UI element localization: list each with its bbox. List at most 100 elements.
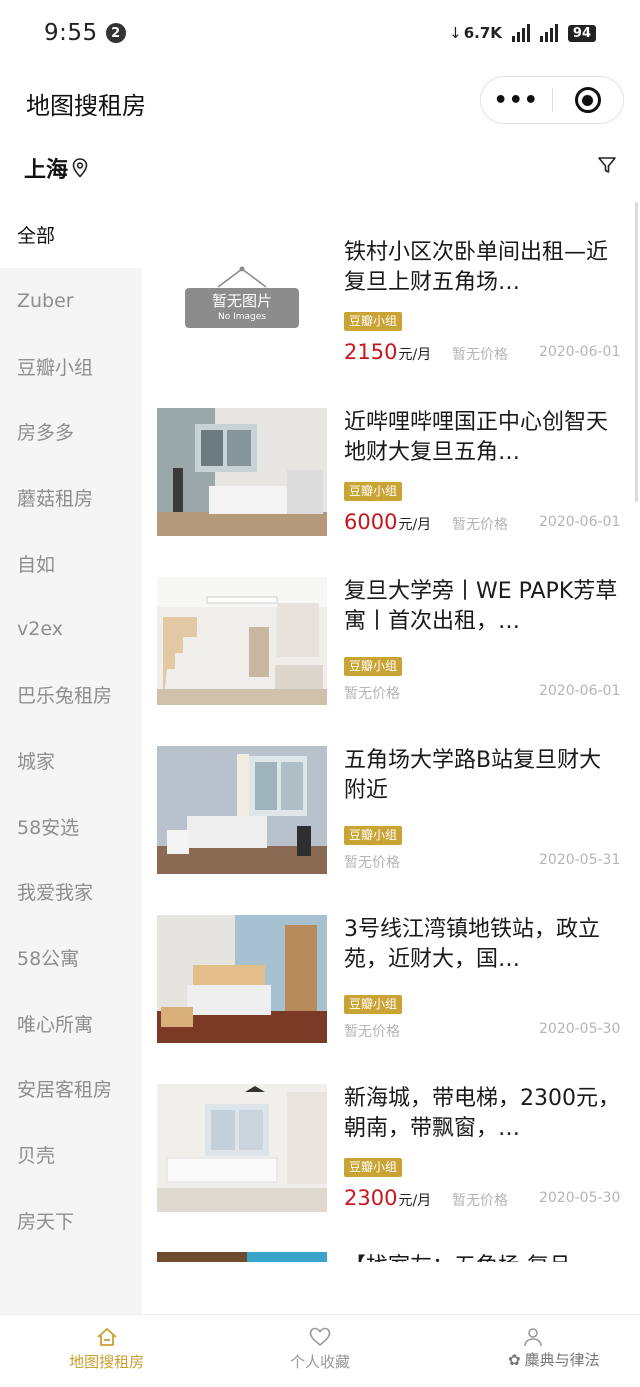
home-icon bbox=[97, 1328, 117, 1346]
source-tag: 豆瓣小组 bbox=[344, 312, 403, 331]
page-title: 地图搜租房 bbox=[26, 92, 146, 120]
listing-date: 2020-06-01 bbox=[539, 514, 621, 530]
source-tag: 豆瓣小组 bbox=[344, 995, 403, 1014]
listing-list: 暂无图片 No Images 铁村小区次卧单间出租—近复旦上财五角场… 豆瓣小组… bbox=[142, 202, 636, 1262]
user-icon bbox=[524, 1328, 543, 1347]
watermark: ✿ 麋典与律法 bbox=[508, 1349, 600, 1370]
sidebar-item-58anxuan[interactable]: 58安选 bbox=[0, 793, 142, 859]
download-arrow-icon: ↓ bbox=[449, 24, 462, 42]
sidebar-item-5i5j[interactable]: 我爱我家 bbox=[0, 859, 142, 925]
listing-card[interactable]: 近哔哩哔哩国正中心创智天地财大复旦五角… 豆瓣小组 6000 元/月 暂无价格 2… bbox=[157, 408, 622, 538]
listing-photo bbox=[157, 1252, 327, 1262]
listing-price: 2300 元/月 bbox=[344, 1186, 431, 1210]
sidebar-item-douban[interactable]: 豆瓣小组 bbox=[0, 333, 142, 399]
tab-label: 地图搜租房 bbox=[69, 1353, 145, 1371]
source-tag: 豆瓣小组 bbox=[344, 1158, 403, 1177]
no-price-label: 暂无价格 bbox=[344, 1024, 400, 1040]
no-image-sign: 暂无图片 No Images bbox=[185, 266, 299, 334]
watermark-text: 麋典与律法 bbox=[524, 1351, 600, 1369]
sidebar-item-v2ex[interactable]: v2ex bbox=[0, 596, 142, 662]
battery-icon: 94 bbox=[567, 24, 596, 42]
sidebar-item-fangduoduo[interactable]: 房多多 bbox=[0, 399, 142, 465]
location-pin-icon bbox=[72, 158, 88, 178]
sidebar-item-baletu[interactable]: 巴乐兔租房 bbox=[0, 662, 142, 728]
notification-badge: 2 bbox=[105, 23, 126, 43]
listing-title: 五角场大学路B站复旦财大附近 bbox=[344, 748, 602, 803]
sidebar-item-58gongyu[interactable]: 58公寓 bbox=[0, 925, 142, 991]
no-price-label: 暂无价格 bbox=[452, 1193, 508, 1209]
listing-card[interactable]: 新海城，带电梯，2300元，朝南，带飘窗，… 豆瓣小组 2300 元/月 暂无价格… bbox=[157, 1084, 622, 1214]
listing-photo bbox=[157, 746, 327, 874]
more-menu-button[interactable]: ••• bbox=[481, 88, 552, 113]
listing-card[interactable]: 3号线江湾镇地铁站，政立苑，近财大，国… 豆瓣小组 暂无价格 2020-05-3… bbox=[157, 915, 622, 1045]
listing-title: 铁村小区次卧单间出租—近复旦上财五角场… bbox=[344, 240, 609, 295]
listing-date: 2020-06-01 bbox=[539, 683, 621, 699]
price-value: 2150 bbox=[344, 340, 398, 364]
list-scrollbar[interactable] bbox=[635, 202, 638, 502]
signal-icon bbox=[511, 24, 530, 42]
listing-price: 2150 元/月 bbox=[344, 340, 431, 364]
sidebar-item-all[interactable]: 全部 bbox=[0, 202, 142, 268]
source-tag: 豆瓣小组 bbox=[344, 826, 403, 845]
listing-date: 2020-05-30 bbox=[539, 1021, 621, 1037]
listing-photo bbox=[157, 1084, 327, 1212]
listing-title: 【找室友：五角场 复旦… bbox=[344, 1252, 622, 1262]
status-bar: 9:55 2 ↓ 6.7K 94 bbox=[0, 0, 640, 66]
signal-2-icon bbox=[539, 24, 558, 42]
listing-date: 2020-06-01 bbox=[539, 344, 621, 360]
tab-map-search[interactable]: 地图搜租房 bbox=[0, 1315, 213, 1387]
listing-photo bbox=[157, 915, 327, 1043]
price-unit: 元/月 bbox=[398, 1193, 432, 1209]
city-selector[interactable]: 上海 bbox=[24, 152, 88, 184]
listing-card[interactable]: 暂无图片 No Images 铁村小区次卧单间出租—近复旦上财五角场… 豆瓣小组… bbox=[157, 238, 622, 368]
listing-title: 3号线江湾镇地铁站，政立苑，近财大，国… bbox=[344, 917, 600, 972]
sidebar-item-chengjia[interactable]: 城家 bbox=[0, 728, 142, 794]
listing-date: 2020-05-30 bbox=[539, 1190, 621, 1206]
heart-icon bbox=[309, 1327, 331, 1347]
no-image-text: 暂无图片 bbox=[211, 292, 272, 310]
listing-title: 新海城，带电梯，2300元，朝南，带飘窗，… bbox=[344, 1086, 620, 1141]
price-value: 2300 bbox=[344, 1186, 398, 1210]
no-price-label: 暂无价格 bbox=[344, 855, 400, 871]
tab-label: 个人收藏 bbox=[289, 1353, 350, 1371]
price-value: 6000 bbox=[344, 510, 398, 534]
no-image-text-en: No Images bbox=[218, 312, 266, 322]
sidebar-item-anjuke[interactable]: 安居客租房 bbox=[0, 1056, 142, 1122]
listing-card[interactable]: 五角场大学路B站复旦财大附近 豆瓣小组 暂无价格 2020-05-31 bbox=[157, 746, 622, 876]
price-unit: 元/月 bbox=[398, 347, 432, 363]
source-tag: 豆瓣小组 bbox=[344, 482, 403, 501]
sidebar-item-zuber[interactable]: Zuber bbox=[0, 268, 142, 334]
source-tag: 豆瓣小组 bbox=[344, 657, 403, 676]
sidebar-item-weixin[interactable]: 唯心所寓 bbox=[0, 990, 142, 1056]
listing-thumbnail-placeholder: 暂无图片 No Images bbox=[157, 238, 327, 366]
hanging-string-icon bbox=[217, 266, 267, 288]
net-speed: 6.7K bbox=[463, 24, 502, 42]
price-unit: 元/月 bbox=[398, 517, 432, 533]
listing-title: 复旦大学旁丨WE PAPK芳草寓丨首次出租，… bbox=[344, 579, 618, 634]
sidebar-item-ziroom[interactable]: 自如 bbox=[0, 530, 142, 596]
target-icon bbox=[574, 87, 601, 113]
city-name: 上海 bbox=[24, 158, 69, 183]
no-price-label: 暂无价格 bbox=[452, 347, 508, 363]
no-price-label: 暂无价格 bbox=[344, 686, 400, 702]
listing-date: 2020-05-31 bbox=[539, 852, 621, 868]
listing-price: 6000 元/月 bbox=[344, 510, 431, 534]
listing-card[interactable]: 复旦大学旁丨WE PAPK芳草寓丨首次出租，… 豆瓣小组 暂无价格 2020-0… bbox=[157, 577, 622, 707]
no-price-label: 暂无价格 bbox=[452, 517, 508, 533]
filter-icon[interactable] bbox=[597, 155, 617, 175]
listing-photo bbox=[157, 577, 327, 705]
mini-program-titlebar: 地图搜租房 ••• bbox=[0, 70, 640, 132]
wechat-icon: ✿ bbox=[508, 1350, 521, 1369]
city-row: 上海 bbox=[0, 140, 640, 196]
listing-card[interactable]: 【找室友：五角场 复旦… bbox=[157, 1252, 622, 1262]
sidebar-item-beike[interactable]: 贝壳 bbox=[0, 1122, 142, 1188]
sidebar-item-fangtianxia[interactable]: 房天下 bbox=[0, 1187, 142, 1253]
sidebar-item-mogu[interactable]: 蘑菇租房 bbox=[0, 465, 142, 531]
status-time: 9:55 bbox=[44, 20, 98, 46]
source-sidebar: 全部 Zuber 豆瓣小组 房多多 蘑菇租房 自如 v2ex 巴乐兔租房 城家 … bbox=[0, 202, 142, 1314]
listing-title: 近哔哩哔哩国正中心创智天地财大复旦五角… bbox=[344, 410, 609, 465]
capsule-menu: ••• bbox=[480, 76, 624, 124]
close-mini-program-button[interactable] bbox=[553, 87, 624, 113]
tab-favorites[interactable]: 个人收藏 bbox=[213, 1315, 426, 1387]
listing-photo bbox=[157, 408, 327, 536]
